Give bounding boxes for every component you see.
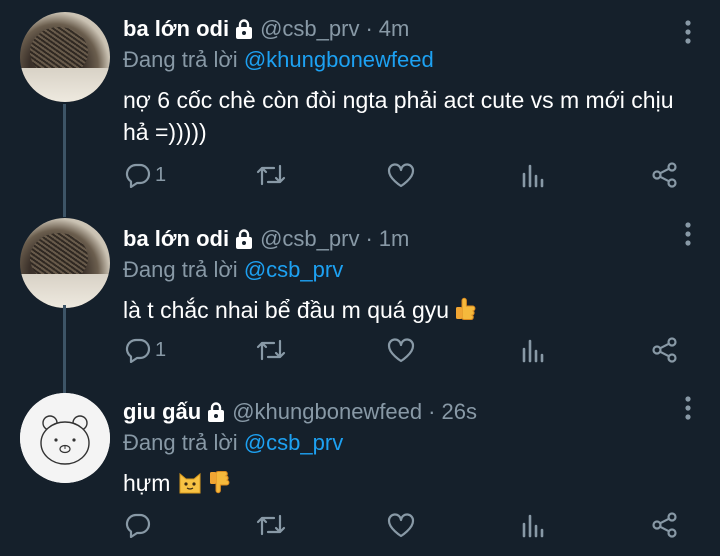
more-vertical-icon[interactable] bbox=[684, 222, 692, 246]
lock-icon bbox=[206, 401, 226, 423]
retweet-icon bbox=[256, 514, 286, 536]
timestamp[interactable]: 1m bbox=[379, 226, 410, 252]
tweet-text: hựm bbox=[123, 470, 171, 496]
reply-button[interactable]: 1 bbox=[125, 160, 166, 190]
retweet-icon bbox=[256, 339, 286, 361]
tweet-header: ba lớn odi @csb_prv · 4m bbox=[123, 14, 700, 44]
tweet-text-block: hựm bbox=[123, 467, 700, 503]
avatar[interactable] bbox=[20, 393, 110, 483]
replying-to: Đang trả lời @khungbonewfeed bbox=[123, 45, 700, 75]
retweet-icon bbox=[256, 164, 286, 186]
tweet[interactable]: ba lớn odi @csb_prv · 4m Đang trả lời @k… bbox=[0, 0, 720, 205]
heart-icon bbox=[387, 163, 415, 188]
share-button[interactable] bbox=[651, 160, 679, 190]
display-name[interactable]: ba lớn odi bbox=[123, 16, 229, 42]
heart-icon bbox=[387, 338, 415, 363]
tweet-content: ba lớn odi @csb_prv · 4m Đang trả lời @k… bbox=[123, 14, 700, 148]
analytics-icon bbox=[522, 339, 544, 363]
tweet-header: giu gấu @khungbonewfeed · 26s bbox=[123, 397, 700, 427]
tweet-actions: 1 bbox=[123, 335, 700, 365]
display-name[interactable]: giu gấu bbox=[123, 399, 201, 425]
share-button[interactable] bbox=[651, 335, 679, 365]
timestamp[interactable]: 4m bbox=[379, 16, 410, 42]
lock-icon bbox=[234, 228, 254, 250]
share-icon bbox=[652, 512, 677, 538]
tweet[interactable]: giu gấu @khungbonewfeed · 26s Đang trả l… bbox=[0, 383, 720, 556]
tweet-header: ba lớn odi @csb_prv · 1m bbox=[123, 224, 700, 254]
reply-button[interactable]: 1 bbox=[125, 335, 166, 365]
replying-to: Đang trả lời @csb_prv bbox=[123, 255, 700, 285]
analytics-button[interactable] bbox=[520, 160, 546, 190]
retweet-button[interactable] bbox=[256, 160, 286, 190]
tweet-content: giu gấu @khungbonewfeed · 26s Đang trả l… bbox=[123, 397, 700, 503]
tweet-actions bbox=[123, 510, 700, 540]
separator: · bbox=[365, 16, 373, 41]
timestamp[interactable]: 26s bbox=[441, 399, 476, 425]
share-button[interactable] bbox=[651, 510, 679, 540]
separator: · bbox=[365, 226, 373, 251]
reply-mention-link[interactable]: @csb_prv bbox=[244, 257, 343, 282]
thumbs-up-emoji-icon bbox=[455, 296, 477, 330]
tweet-content: ba lớn odi @csb_prv · 1m Đang trả lời @c… bbox=[123, 224, 700, 330]
reply-mention-link[interactable]: @csb_prv bbox=[244, 430, 343, 455]
reply-count: 1 bbox=[155, 163, 167, 186]
bear-drawing-icon bbox=[20, 393, 110, 483]
retweet-button[interactable] bbox=[256, 335, 286, 365]
avatar[interactable] bbox=[20, 12, 110, 102]
share-icon bbox=[652, 337, 677, 363]
reply-icon bbox=[125, 163, 151, 188]
handle[interactable]: @csb_prv bbox=[260, 226, 359, 252]
analytics-icon bbox=[522, 514, 544, 538]
separator: · bbox=[428, 399, 436, 424]
retweet-button[interactable] bbox=[256, 510, 286, 540]
like-button[interactable] bbox=[387, 160, 415, 190]
heart-icon bbox=[387, 513, 415, 538]
cat-face-emoji-icon bbox=[177, 469, 203, 503]
analytics-button[interactable] bbox=[520, 335, 546, 365]
reply-button[interactable] bbox=[125, 510, 155, 540]
reply-icon bbox=[125, 513, 151, 538]
tweet[interactable]: ba lớn odi @csb_prv · 1m Đang trả lời @c… bbox=[0, 205, 720, 383]
handle[interactable]: @csb_prv bbox=[260, 16, 359, 42]
reply-mention-link[interactable]: @khungbonewfeed bbox=[244, 47, 434, 72]
more-vertical-icon[interactable] bbox=[684, 396, 692, 420]
replying-to-label: Đang trả lời bbox=[123, 257, 238, 282]
thread-connector bbox=[63, 305, 66, 395]
analytics-button[interactable] bbox=[520, 510, 546, 540]
replying-to-label: Đang trả lời bbox=[123, 47, 238, 72]
more-vertical-icon[interactable] bbox=[684, 20, 692, 44]
like-button[interactable] bbox=[387, 335, 415, 365]
tweet-thread: ba lớn odi @csb_prv · 4m Đang trả lời @k… bbox=[0, 0, 720, 556]
thread-connector bbox=[63, 104, 66, 217]
avatar[interactable] bbox=[20, 218, 110, 308]
replying-to: Đang trả lời @csb_prv bbox=[123, 428, 700, 458]
display-name[interactable]: ba lớn odi bbox=[123, 226, 229, 252]
share-icon bbox=[652, 162, 677, 188]
thumbs-down-emoji-icon bbox=[209, 469, 231, 503]
tweet-text-block: là t chắc nhai bể đầu m quá gyu bbox=[123, 294, 700, 330]
lock-icon bbox=[234, 18, 254, 40]
tweet-text: là t chắc nhai bể đầu m quá gyu bbox=[123, 297, 450, 323]
like-button[interactable] bbox=[387, 510, 415, 540]
tweet-text: nợ 6 cốc chè còn đòi ngta phải act cute … bbox=[123, 87, 674, 145]
tweet-actions: 1 bbox=[123, 160, 700, 190]
reply-count: 1 bbox=[155, 338, 167, 361]
replying-to-label: Đang trả lời bbox=[123, 430, 238, 455]
handle[interactable]: @khungbonewfeed bbox=[232, 399, 422, 425]
analytics-icon bbox=[522, 164, 544, 188]
reply-icon bbox=[125, 338, 151, 363]
